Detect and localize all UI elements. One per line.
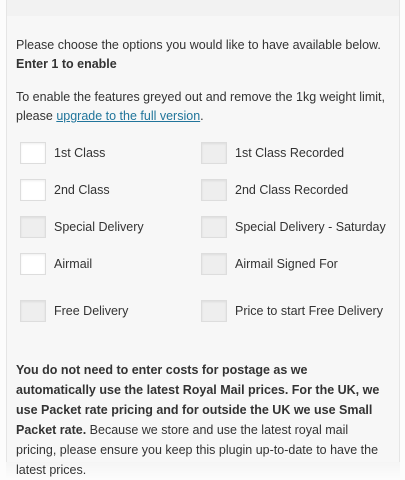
first-class-recorded-label: 1st Class Recorded xyxy=(235,146,345,160)
price-free-delivery-input xyxy=(201,300,227,322)
airmail-signed-for-input xyxy=(201,253,227,275)
special-delivery-label: Special Delivery xyxy=(54,220,144,234)
first-class-label: 1st Class xyxy=(54,146,106,160)
upgrade-link[interactable]: upgrade to the full version xyxy=(56,109,200,123)
option-special-delivery-saturday: Special Delivery - Saturday xyxy=(201,215,386,239)
second-class-recorded-input xyxy=(201,179,227,201)
pricing-note: You do not need to enter costs for posta… xyxy=(16,360,386,480)
free-delivery-input xyxy=(20,300,46,322)
free-delivery-label: Free Delivery xyxy=(54,304,129,318)
second-class-label: 2nd Class xyxy=(54,183,110,197)
option-special-delivery: Special Delivery xyxy=(20,215,144,239)
intro-instruction: Enter 1 to enable xyxy=(16,57,117,71)
intro-line: Please choose the options you would like… xyxy=(16,38,381,52)
option-first-class: 1st Class xyxy=(20,141,105,165)
special-delivery-input xyxy=(20,216,46,238)
airmail-input[interactable] xyxy=(20,253,46,275)
intro-text: Please choose the options you would like… xyxy=(16,36,396,74)
special-delivery-saturday-input xyxy=(201,216,227,238)
first-class-recorded-input xyxy=(201,142,227,164)
second-class-recorded-label: 2nd Class Recorded xyxy=(235,183,349,197)
upgrade-notice: To enable the features greyed out and re… xyxy=(16,88,396,126)
option-airmail: Airmail xyxy=(20,252,92,276)
option-price-free-delivery: Price to start Free Delivery xyxy=(201,299,383,323)
option-second-class-recorded: 2nd Class Recorded xyxy=(201,178,348,202)
special-delivery-saturday-label: Special Delivery - Saturday xyxy=(235,220,386,234)
first-class-input[interactable] xyxy=(20,142,46,164)
second-class-input[interactable] xyxy=(20,179,46,201)
option-second-class: 2nd Class xyxy=(20,178,110,202)
airmail-signed-for-label: Airmail Signed For xyxy=(235,257,338,271)
upgrade-suffix: . xyxy=(200,109,204,123)
price-free-delivery-label: Price to start Free Delivery xyxy=(235,304,383,318)
airmail-label: Airmail xyxy=(54,257,93,271)
option-airmail-signed-for: Airmail Signed For xyxy=(201,252,338,276)
option-free-delivery: Free Delivery xyxy=(20,299,128,323)
option-first-class-recorded: 1st Class Recorded xyxy=(201,141,344,165)
